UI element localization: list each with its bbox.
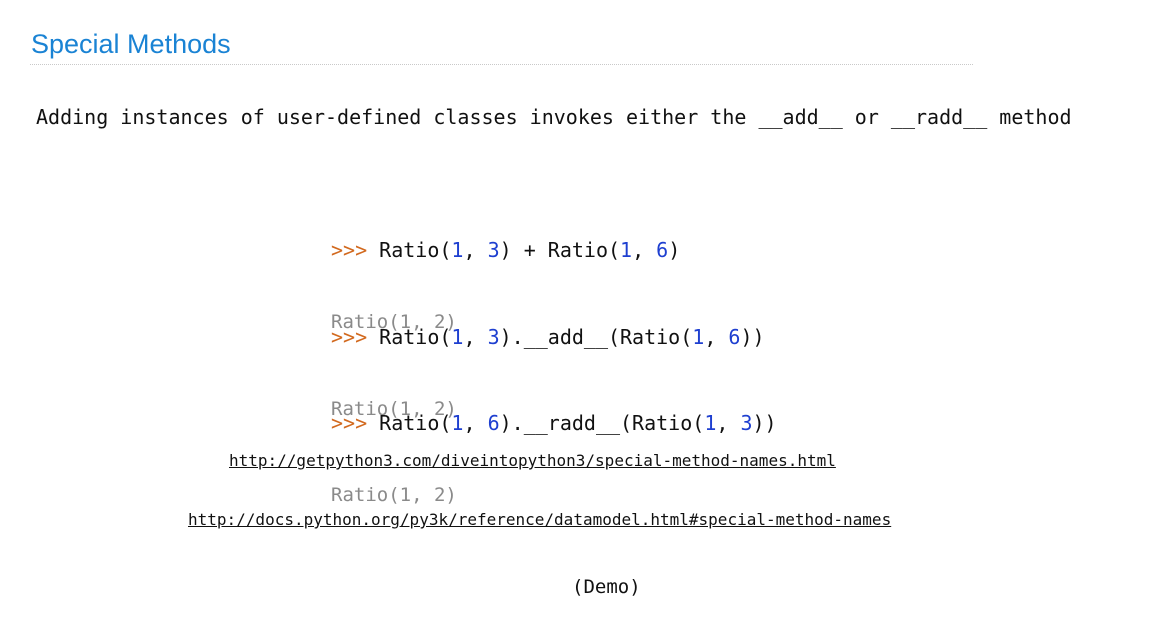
code-output-line: Ratio(1, 2) — [331, 484, 457, 506]
code-input-line: >>> Ratio(1, 6).__radd__(Ratio(1, 3)) — [331, 411, 777, 435]
code-text: , — [463, 325, 488, 349]
code-input-line: >>> Ratio(1, 3).__add__(Ratio(1, 6)) — [331, 325, 765, 349]
code-number: 1 — [451, 238, 464, 262]
code-text: , — [463, 411, 488, 435]
code-text: ) + Ratio( — [499, 238, 621, 262]
datamodel-docs-link[interactable]: http://docs.python.org/py3k/reference/da… — [188, 510, 891, 529]
code-text: )) — [740, 325, 765, 349]
code-text: ).__add__(Ratio( — [499, 325, 693, 349]
prompt-marker: >>> — [331, 411, 368, 435]
code-text: , — [716, 411, 741, 435]
code-text: ).__radd__(Ratio( — [499, 411, 705, 435]
code-example-3: >>> Ratio(1, 6).__radd__(Ratio(1, 3)) Ra… — [331, 363, 777, 531]
code-text: , — [704, 325, 729, 349]
code-number: 1 — [704, 411, 717, 435]
code-input-line: >>> Ratio(1, 3) + Ratio(1, 6) — [331, 238, 680, 262]
code-number: 3 — [487, 325, 500, 349]
code-number: 1 — [620, 238, 633, 262]
code-number: 6 — [656, 238, 669, 262]
special-method-names-link[interactable]: http://getpython3.com/diveintopython3/sp… — [229, 451, 836, 470]
code-text: Ratio( — [367, 411, 452, 435]
code-text: )) — [752, 411, 777, 435]
code-number: 6 — [728, 325, 741, 349]
code-number: 1 — [451, 411, 464, 435]
code-number: 6 — [487, 411, 500, 435]
code-text: , — [632, 238, 657, 262]
code-text: Ratio( — [367, 238, 452, 262]
code-text: ) — [668, 238, 681, 262]
code-number: 1 — [692, 325, 705, 349]
title-divider — [30, 64, 973, 65]
prompt-marker: >>> — [331, 325, 368, 349]
code-number: 3 — [487, 238, 500, 262]
code-text: , — [463, 238, 488, 262]
demo-label: (Demo) — [572, 576, 641, 598]
code-text: Ratio( — [367, 325, 452, 349]
slide-title: Special Methods — [31, 29, 231, 59]
code-number: 3 — [740, 411, 753, 435]
prompt-marker: >>> — [331, 238, 368, 262]
intro-text: Adding instances of user-defined classes… — [36, 105, 1072, 129]
code-number: 1 — [451, 325, 464, 349]
